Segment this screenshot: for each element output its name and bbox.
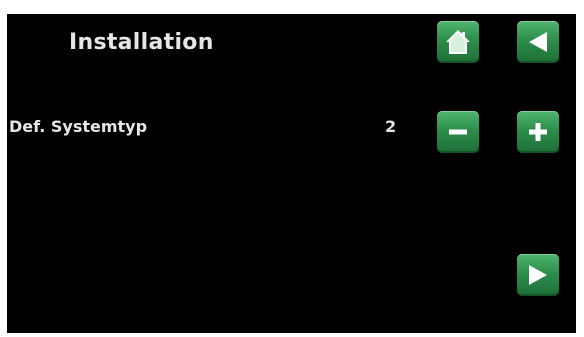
- next-arrow-icon: [529, 265, 547, 285]
- increase-button[interactable]: [517, 111, 559, 153]
- minus-icon: [449, 129, 467, 135]
- home-button[interactable]: [437, 21, 479, 63]
- parameter-label: Def. Systemtyp: [9, 117, 148, 136]
- parameter-value: 2: [385, 117, 397, 136]
- page-title: Installation: [69, 30, 214, 55]
- decrease-button[interactable]: [437, 111, 479, 153]
- next-button[interactable]: [517, 254, 559, 296]
- home-icon: [446, 30, 470, 54]
- plus-icon: [529, 123, 547, 141]
- back-arrow-icon: [529, 32, 547, 52]
- back-button[interactable]: [517, 21, 559, 63]
- display-screen: Installation Def. Systemtyp 2: [7, 14, 576, 333]
